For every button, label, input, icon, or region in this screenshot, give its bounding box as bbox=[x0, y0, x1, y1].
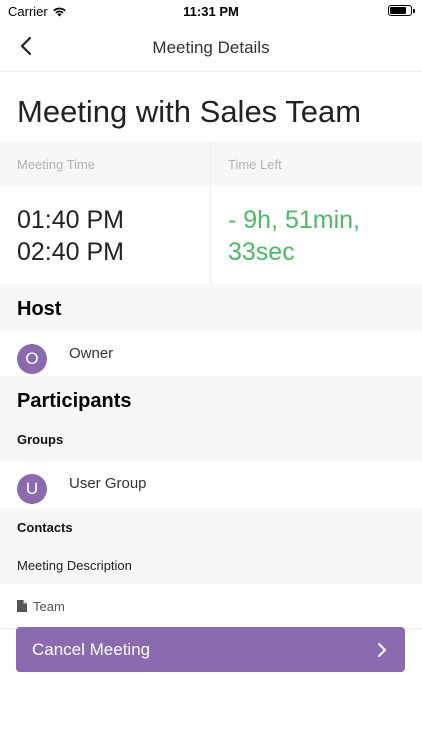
cancel-meeting-button[interactable]: Cancel Meeting bbox=[16, 627, 405, 672]
status-bar: Carrier 11:31 PM bbox=[0, 0, 422, 22]
file-icon bbox=[17, 600, 27, 612]
host-row[interactable]: O Owner bbox=[0, 331, 422, 376]
cancel-meeting-label: Cancel Meeting bbox=[32, 639, 151, 659]
group-row[interactable]: U User Group bbox=[0, 462, 422, 508]
groups-label: Groups bbox=[0, 432, 422, 462]
group-name: User Group bbox=[69, 475, 147, 492]
end-time: 02:40 PM bbox=[17, 238, 125, 266]
time-grid: Meeting Time Time Left 01:40 PM 02:40 PM… bbox=[0, 142, 422, 284]
meeting-title: Meeting with Sales Team bbox=[17, 94, 362, 129]
contacts-label: Contacts bbox=[0, 508, 422, 546]
participants-section-title: Participants bbox=[0, 376, 422, 432]
host-name: Owner bbox=[69, 345, 114, 362]
time-left-line-2: 33sec bbox=[228, 238, 295, 266]
host-section-title: Host bbox=[0, 284, 422, 331]
navigation-bar: Meeting Details bbox=[0, 22, 422, 72]
meeting-description-label: Meeting Description bbox=[0, 546, 422, 584]
time-left-value: - 9h, 51min, 33sec bbox=[210, 186, 422, 284]
avatar: U bbox=[17, 474, 47, 504]
page-title: Meeting Details bbox=[152, 38, 270, 57]
attachment-name: Team bbox=[33, 599, 65, 614]
status-time: 11:31 PM bbox=[183, 4, 239, 19]
meeting-time-value: 01:40 PM 02:40 PM bbox=[0, 186, 210, 284]
time-left-label: Time Left bbox=[210, 142, 422, 186]
chevron-right-icon bbox=[378, 642, 386, 657]
attachment-row[interactable]: Team bbox=[0, 584, 422, 629]
avatar: O bbox=[17, 344, 47, 374]
time-left-line-1: - 9h, 51min, bbox=[228, 206, 361, 234]
meeting-time-label: Meeting Time bbox=[0, 142, 210, 186]
start-time: 01:40 PM bbox=[17, 206, 125, 234]
battery-icon bbox=[388, 5, 415, 16]
